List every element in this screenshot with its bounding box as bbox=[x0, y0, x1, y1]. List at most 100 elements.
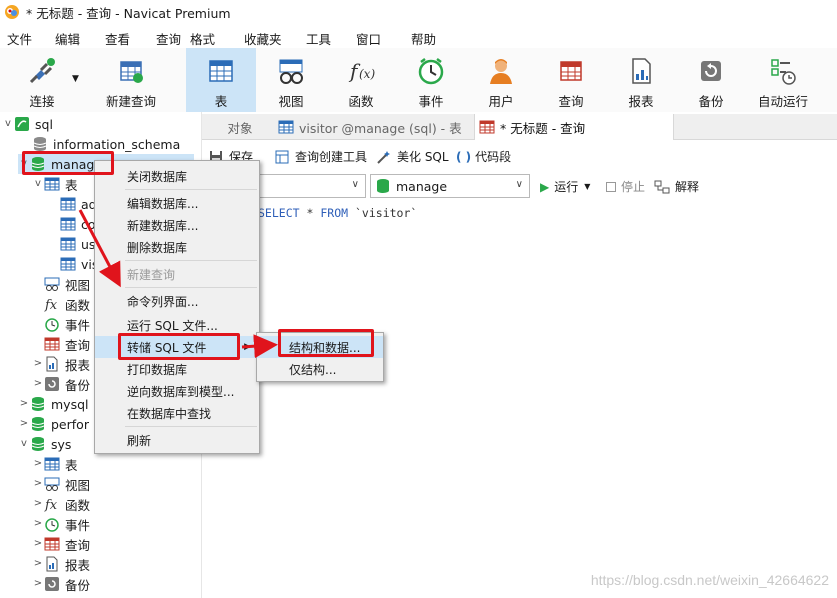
menu-reverse-to-model[interactable]: 逆向数据库到模型... bbox=[95, 380, 259, 402]
tree-table-item[interactable]: ad bbox=[60, 194, 97, 214]
expand-arrow-icon[interactable]: > bbox=[32, 458, 44, 470]
database-context-menu: 关闭数据库 编辑数据库... 新建数据库... 删除数据库 新建查询 命令列界面… bbox=[94, 160, 260, 454]
tree-sys-views[interactable]: > 视图 bbox=[32, 474, 90, 494]
collapse-arrow-icon[interactable]: v bbox=[2, 118, 14, 130]
queries-button[interactable]: 查询 bbox=[540, 48, 602, 112]
tree-reports[interactable]: > 报表 bbox=[32, 354, 90, 374]
tree-sys-tables[interactable]: > 表 bbox=[32, 454, 78, 474]
tree-table-item[interactable]: us bbox=[60, 234, 95, 254]
report-icon bbox=[46, 356, 58, 372]
expand-arrow-icon[interactable]: > bbox=[18, 418, 30, 430]
auto-run-button[interactable]: 自动运行 bbox=[750, 48, 816, 112]
events-button[interactable]: 事件 bbox=[400, 48, 462, 112]
report-icon bbox=[632, 58, 651, 84]
menu-delete-database[interactable]: 删除数据库 bbox=[95, 236, 259, 258]
expand-arrow-icon[interactable]: > bbox=[32, 518, 44, 530]
view-icon bbox=[44, 477, 60, 491]
stop-button[interactable]: 停止 bbox=[606, 178, 645, 195]
views-button[interactable]: 视图 bbox=[258, 48, 324, 112]
annotation-box-structure-data bbox=[278, 329, 374, 357]
expand-arrow-icon[interactable]: > bbox=[32, 498, 44, 510]
explain-button[interactable]: 解释 bbox=[654, 178, 699, 195]
expand-arrow-icon[interactable]: > bbox=[32, 358, 44, 370]
code-snippet-button[interactable]: ( ) 代码段 bbox=[456, 148, 511, 165]
menu-favorites[interactable]: 收藏夹 bbox=[244, 29, 282, 48]
expand-arrow-icon[interactable]: > bbox=[32, 378, 44, 390]
menu-view[interactable]: 查看 bbox=[105, 29, 130, 48]
beautify-sql-button[interactable]: 美化 SQL bbox=[376, 148, 449, 165]
tree-tables-folder[interactable]: v 表 bbox=[32, 174, 78, 194]
run-button[interactable]: ▶ 运行 ▼ bbox=[540, 178, 590, 195]
menu-edit-database[interactable]: 编辑数据库... bbox=[95, 192, 259, 214]
connect-dropdown-icon[interactable]: ▼ bbox=[72, 74, 79, 84]
database-green-icon bbox=[31, 437, 45, 451]
tree-events[interactable]: 事件 bbox=[44, 314, 90, 334]
query-builder-button[interactable]: 查询创建工具 bbox=[274, 148, 367, 165]
tab-visitor-table[interactable]: visitor @manage (sql) - 表 bbox=[274, 114, 474, 140]
connect-button[interactable]: 连接 bbox=[14, 48, 70, 112]
query-builder-icon bbox=[275, 150, 289, 163]
tree-views[interactable]: 视图 bbox=[44, 274, 90, 294]
tree-sys-events[interactable]: > 事件 bbox=[32, 514, 90, 534]
run-dropdown-icon[interactable]: ▼ bbox=[584, 182, 590, 191]
menu-find-in-database[interactable]: 在数据库中查找 bbox=[95, 402, 259, 424]
tree-table-item[interactable]: vis bbox=[60, 254, 98, 274]
menu-format[interactable]: 格式 bbox=[190, 29, 215, 48]
connection-select[interactable]: ∨ bbox=[258, 174, 366, 198]
tree-connection-sql[interactable]: v sql bbox=[2, 114, 53, 134]
menu-edit[interactable]: 编辑 bbox=[55, 29, 80, 48]
query-toolbar: 保存 查询创建工具 美化 SQL ( ) 代码段 bbox=[202, 142, 837, 172]
menu-query[interactable]: 查询 bbox=[156, 29, 181, 48]
menu-new-database[interactable]: 新建数据库... bbox=[95, 214, 259, 236]
menu-print-database[interactable]: 打印数据库 bbox=[95, 358, 259, 380]
explain-icon bbox=[654, 180, 670, 193]
tree-db-performance[interactable]: > perfor bbox=[18, 414, 89, 434]
new-query-button[interactable]: 新建查询 bbox=[88, 48, 174, 112]
collapse-arrow-icon[interactable]: v bbox=[18, 438, 30, 450]
menu-file[interactable]: 文件 bbox=[7, 29, 32, 48]
backup-button[interactable]: 备份 bbox=[680, 48, 742, 112]
menu-tools[interactable]: 工具 bbox=[306, 29, 331, 48]
table-icon bbox=[44, 457, 60, 471]
expand-arrow-icon[interactable]: > bbox=[32, 538, 44, 550]
tree-sys-queries[interactable]: > 查询 bbox=[32, 534, 90, 554]
tree-sys-backups[interactable]: > 备份 bbox=[32, 574, 90, 594]
expand-arrow-icon[interactable]: > bbox=[18, 398, 30, 410]
tab-objects[interactable]: 对象 bbox=[202, 114, 274, 140]
tree-db-sys[interactable]: v sys bbox=[18, 434, 71, 454]
expand-arrow-icon[interactable]: > bbox=[32, 578, 44, 590]
svg-text:fx: fx bbox=[44, 498, 58, 512]
collapse-arrow-icon[interactable]: v bbox=[32, 178, 44, 190]
tables-button[interactable]: 表 bbox=[186, 48, 256, 112]
menu-separator bbox=[125, 287, 257, 288]
users-button[interactable]: 用户 bbox=[470, 48, 532, 112]
menu-help[interactable]: 帮助 bbox=[411, 29, 436, 48]
menu-refresh[interactable]: 刷新 bbox=[95, 429, 259, 451]
menu-structure-only[interactable]: 仅结构... bbox=[257, 358, 383, 380]
database-green-icon bbox=[31, 397, 45, 411]
tree-functions[interactable]: fx 函数 bbox=[44, 294, 90, 314]
expand-arrow-icon[interactable]: > bbox=[32, 558, 44, 570]
expand-arrow-icon[interactable]: > bbox=[32, 478, 44, 490]
reports-button[interactable]: 报表 bbox=[610, 48, 672, 112]
watermark-text: https://blog.csdn.net/weixin_42664622 bbox=[590, 572, 829, 588]
menu-close-database[interactable]: 关闭数据库 bbox=[95, 165, 259, 187]
tree-table-item[interactable]: co bbox=[60, 214, 96, 234]
tree-sys-reports[interactable]: > 报表 bbox=[32, 554, 90, 574]
tree-queries[interactable]: 查询 bbox=[44, 334, 90, 354]
tab-untitled-query[interactable]: * 无标题 - 查询 bbox=[474, 114, 674, 140]
menu-window[interactable]: 窗口 bbox=[356, 29, 381, 48]
view-glasses-icon bbox=[279, 59, 303, 84]
main-toolbar: 连接 ▼ 新建查询 表 视图 f (x) 函数 事件 用户 查询 报表 备份 自… bbox=[0, 48, 837, 112]
sql-editor[interactable]: SELECT * FROM `visitor` bbox=[202, 202, 837, 598]
table-icon bbox=[278, 120, 294, 134]
menu-console[interactable]: 命令列界面... bbox=[95, 290, 259, 312]
tree-sys-functions[interactable]: > fx 函数 bbox=[32, 494, 90, 514]
database-select[interactable]: manage ∨ bbox=[370, 174, 530, 198]
chevron-down-icon: ∨ bbox=[351, 179, 359, 190]
tree-backups[interactable]: > 备份 bbox=[32, 374, 90, 394]
window-title: * 无标题 - 查询 - Navicat Premium bbox=[26, 5, 231, 21]
database-green-icon bbox=[377, 179, 389, 193]
functions-button[interactable]: f (x) 函数 bbox=[330, 48, 392, 112]
tree-db-mysql[interactable]: > mysql bbox=[18, 394, 89, 414]
